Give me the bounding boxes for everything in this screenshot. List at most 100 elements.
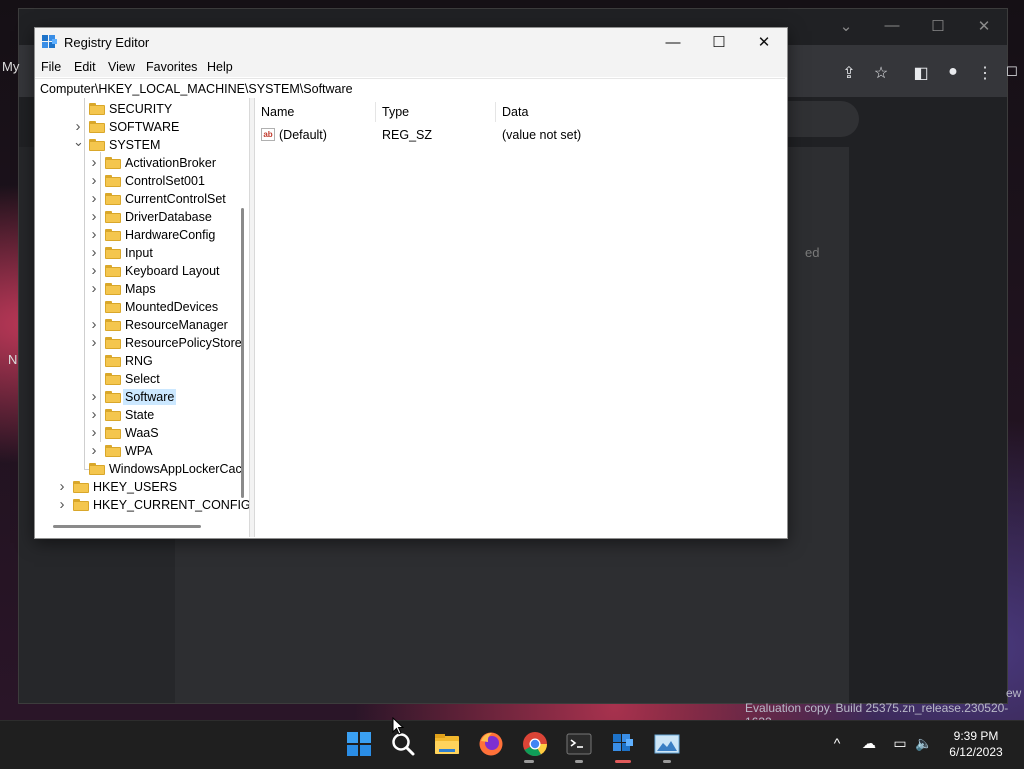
address-bar[interactable]: Computer\HKEY_LOCAL_MACHINE\SYSTEM\Softw…	[35, 78, 785, 99]
titlebar[interactable]: Registry Editor — ☐ ✕	[35, 28, 787, 57]
tree-node[interactable]: › ActivationBroker	[85, 154, 249, 172]
column-header-type[interactable]: Type	[376, 102, 496, 122]
tree-node[interactable]: Select	[85, 370, 249, 388]
tree-node[interactable]: › HKEY_CURRENT_CONFIG	[53, 496, 250, 514]
expand-chevron-icon[interactable]: ›	[89, 388, 99, 406]
browser-maximize-icon[interactable]: ☐	[923, 17, 953, 35]
tree-horizontal-scrollbar[interactable]	[53, 525, 201, 528]
browser-extension-icon[interactable]: ☐	[1000, 64, 1024, 80]
column-header-data[interactable]: Data	[496, 102, 785, 122]
close-button[interactable]: ✕	[741, 28, 787, 57]
tree-node-label[interactable]: WPA	[123, 443, 155, 459]
tree-node[interactable]: › State	[85, 406, 249, 424]
expand-chevron-icon[interactable]: ›	[89, 406, 99, 424]
tree-node-label[interactable]: WaaS	[123, 425, 161, 441]
terminal-icon[interactable]	[566, 731, 592, 757]
expand-chevron-icon[interactable]: ›	[89, 208, 99, 226]
value-row[interactable]: ab (Default) REG_SZ (value not set)	[255, 126, 785, 144]
more-menu-icon[interactable]: ⋮	[973, 63, 997, 83]
tree-node-label[interactable]: Maps	[123, 281, 158, 297]
address-path[interactable]: Computer\HKEY_LOCAL_MACHINE\SYSTEM\Softw…	[40, 82, 353, 96]
tree-node-label[interactable]: RNG	[123, 353, 155, 369]
expand-chevron-icon[interactable]: ›	[89, 262, 99, 280]
expand-chevron-icon[interactable]: ›	[89, 316, 99, 334]
sidebar-icon[interactable]: ◧	[909, 63, 933, 83]
profile-icon[interactable]: ●	[941, 63, 965, 81]
minimize-button[interactable]: —	[650, 28, 696, 57]
tree-node-label[interactable]: ResourcePolicyStore	[123, 335, 244, 351]
tree-node-label[interactable]: ResourceManager	[123, 317, 230, 333]
values-pane[interactable]: Name Type Data ab (Default) REG_SZ (valu…	[255, 98, 785, 537]
menu-favorites[interactable]: Favorites	[146, 60, 197, 74]
tree-node-label[interactable]: DriverDatabase	[123, 209, 214, 225]
tree-node-label[interactable]: HKEY_CURRENT_CONFIG	[91, 497, 249, 513]
registry-editor-icon[interactable]	[610, 731, 636, 757]
tree-node[interactable]: WindowsAppLockerCac	[69, 460, 249, 478]
expand-chevron-icon[interactable]: ›	[57, 496, 67, 514]
expand-chevron-icon[interactable]: ›	[89, 280, 99, 298]
maximize-button[interactable]: ☐	[696, 28, 742, 57]
tree-node-label[interactable]: Software	[123, 389, 177, 405]
tree-node[interactable]: › ResourcePolicyStore	[85, 334, 249, 352]
network-icon[interactable]: ▭	[890, 735, 910, 752]
tray-overflow-icon[interactable]: ^	[827, 735, 847, 751]
expand-chevron-icon[interactable]: ›	[89, 190, 99, 208]
tree-node-label[interactable]: ControlSet001	[123, 173, 207, 189]
tree-node[interactable]: › ResourceManager	[85, 316, 249, 334]
browser-search-pill[interactable]	[779, 101, 859, 137]
tree-node[interactable]: SECURITY	[69, 100, 249, 118]
value-name[interactable]: (Default)	[279, 126, 327, 144]
expand-chevron-icon[interactable]: ›	[89, 424, 99, 442]
expand-chevron-icon[interactable]: ›	[89, 226, 99, 244]
star-icon[interactable]: ☆	[869, 63, 893, 83]
expand-chevron-icon[interactable]: ›	[89, 244, 99, 262]
column-header-name[interactable]: Name	[255, 102, 376, 122]
tree-node[interactable]: › HardwareConfig	[85, 226, 249, 244]
expand-chevron-icon[interactable]: ›	[89, 334, 99, 352]
collapse-chevron-icon[interactable]: ⌄	[73, 135, 84, 154]
expand-chevron-icon[interactable]: ›	[89, 172, 99, 190]
tree-node-label[interactable]: MountedDevices	[123, 299, 220, 315]
tree-node-label[interactable]: SOFTWARE	[107, 119, 181, 135]
tree-node-label[interactable]: HKEY_USERS	[91, 479, 179, 495]
tree-node-label[interactable]: HardwareConfig	[123, 227, 217, 243]
expand-chevron-icon[interactable]: ›	[57, 478, 67, 496]
system-clock[interactable]: 9:39 PM 6/12/2023	[944, 728, 1008, 760]
browser-tab-list-icon[interactable]: ⌄	[831, 17, 861, 35]
tree-node[interactable]: › HKEY_USERS	[53, 478, 249, 496]
tree-node-label[interactable]: Keyboard Layout	[123, 263, 222, 279]
menu-file[interactable]: File	[41, 60, 61, 74]
expand-chevron-icon[interactable]: ›	[89, 442, 99, 460]
share-icon[interactable]: ⇪	[837, 63, 861, 83]
volume-icon[interactable]: 🔈	[914, 735, 934, 752]
tree-node[interactable]: › ControlSet001	[85, 172, 249, 190]
tree-node-label[interactable]: ActivationBroker	[123, 155, 218, 171]
onedrive-offline-icon[interactable]: ☁	[859, 735, 879, 752]
tree-node-label[interactable]: SYSTEM	[107, 137, 162, 153]
tree-node-label[interactable]: State	[123, 407, 156, 423]
key-tree-pane[interactable]: SECURITY › SOFTWARE ⌄ SYSTEM › ActivationBroke…	[35, 98, 250, 537]
tree-vertical-scrollbar[interactable]	[241, 208, 244, 498]
browser-minimize-icon[interactable]: —	[877, 17, 907, 34]
expand-chevron-icon[interactable]: ›	[89, 154, 99, 172]
tree-node-label[interactable]: WindowsAppLockerCac	[107, 461, 244, 477]
tree-node[interactable]: › Software	[85, 388, 249, 406]
photos-icon[interactable]	[654, 731, 680, 757]
tree-node[interactable]: › WPA	[85, 442, 249, 460]
tree-node-label[interactable]: CurrentControlSet	[123, 191, 228, 207]
browser-close-icon[interactable]: ✕	[969, 17, 999, 35]
tree-node[interactable]: ⌄ SYSTEM	[69, 135, 249, 154]
tree-node[interactable]: › Keyboard Layout	[85, 262, 249, 280]
menu-help[interactable]: Help	[207, 60, 233, 74]
tree-node[interactable]: › Input	[85, 244, 249, 262]
chrome-icon[interactable]	[522, 731, 548, 757]
menu-edit[interactable]: Edit	[74, 60, 96, 74]
tree-node-label[interactable]: Input	[123, 245, 155, 261]
start-icon[interactable]	[346, 731, 372, 757]
tree-node[interactable]: › DriverDatabase	[85, 208, 249, 226]
tree-node[interactable]: MountedDevices	[85, 298, 249, 316]
file-explorer-icon[interactable]	[434, 731, 460, 757]
firefox-icon[interactable]	[478, 731, 504, 757]
menu-view[interactable]: View	[108, 60, 135, 74]
tree-node[interactable]: › CurrentControlSet	[85, 190, 249, 208]
